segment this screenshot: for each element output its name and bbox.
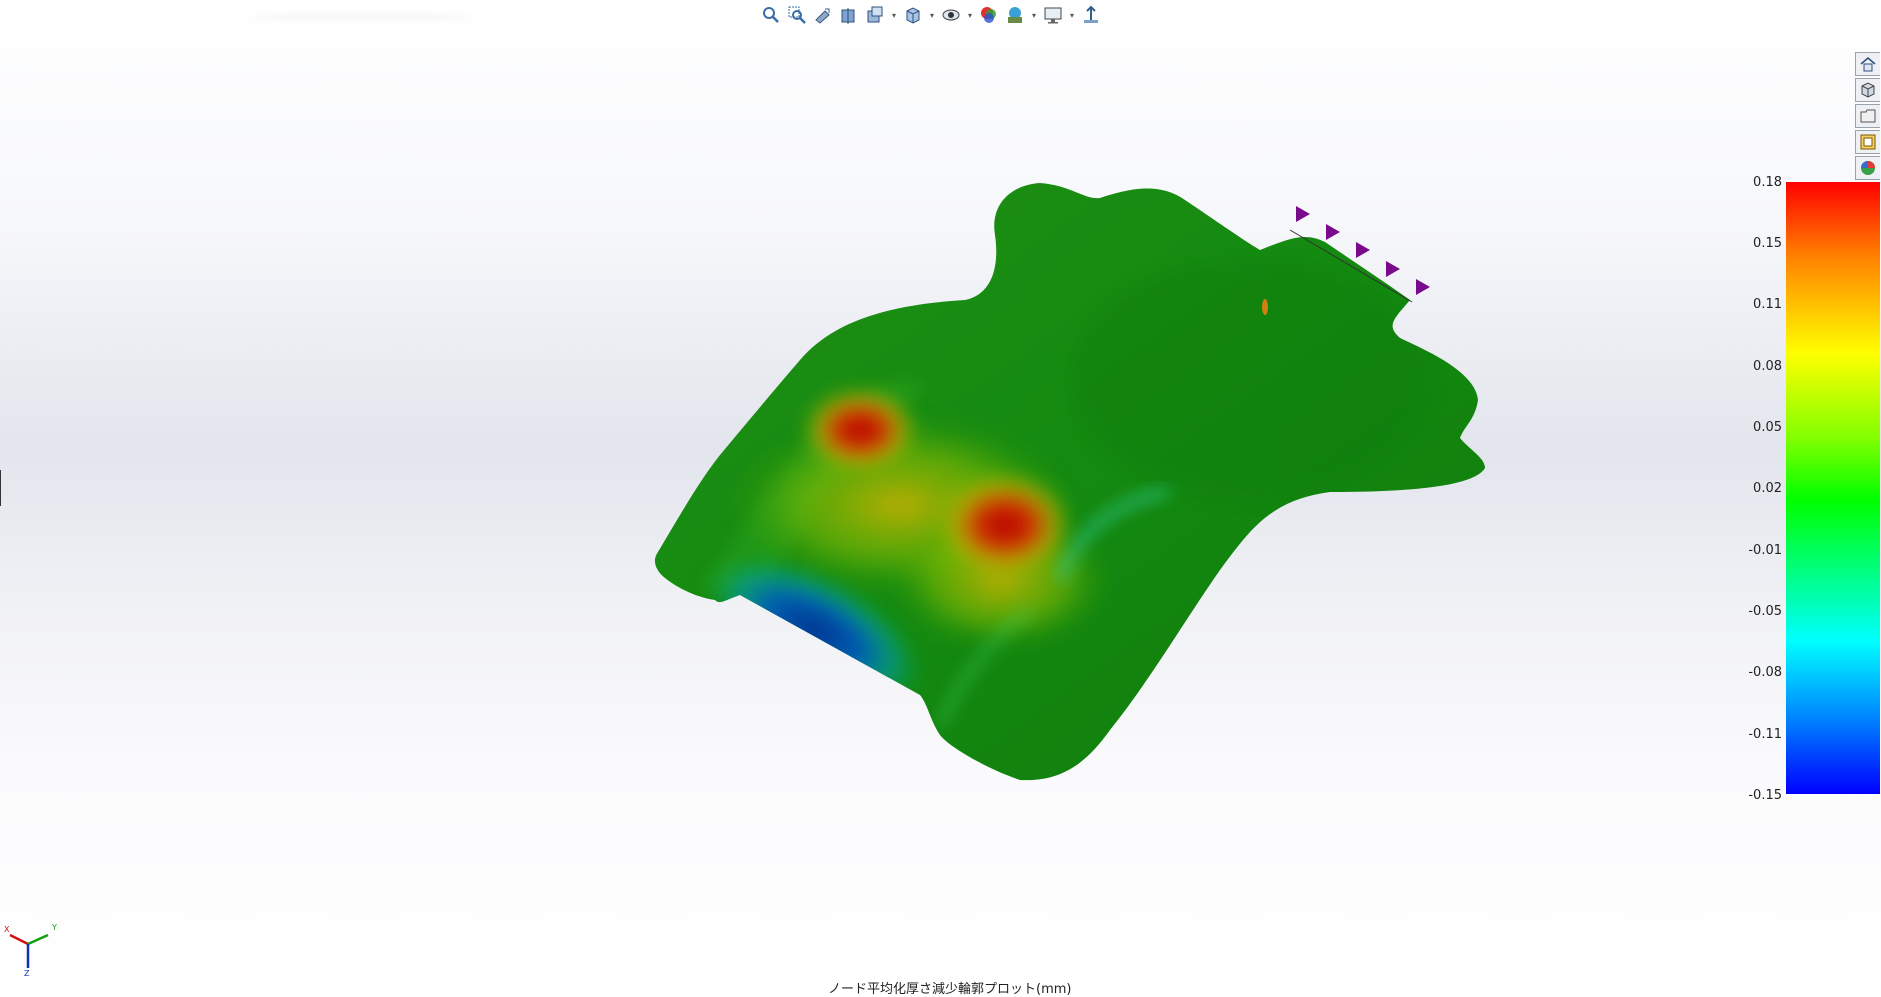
legend-label: 0.02 <box>1753 481 1782 496</box>
contour-plot-model[interactable] <box>0 0 1881 996</box>
triad-x-label: X <box>4 925 10 934</box>
triad-z-label: Z <box>24 969 30 978</box>
legend-label: 0.18 <box>1753 175 1782 190</box>
reference-triad: X Y Z <box>4 923 57 978</box>
legend-label: 0.15 <box>1753 236 1782 251</box>
hotspot-marker <box>1262 299 1268 315</box>
legend-label: -0.11 <box>1748 727 1782 742</box>
legend-label: -0.15 <box>1748 788 1782 803</box>
legend-label: 0.05 <box>1753 420 1782 435</box>
contour-legend[interactable]: 0.18 0.15 0.11 0.08 0.05 0.02 -0.01 -0.0… <box>1736 175 1880 806</box>
legend-label: -0.01 <box>1748 543 1782 558</box>
legend-label: -0.08 <box>1748 665 1782 680</box>
legend-label: 0.08 <box>1753 359 1782 374</box>
part-surface <box>654 183 1485 781</box>
legend-label: -0.05 <box>1748 604 1782 619</box>
legend-label: 0.11 <box>1753 297 1782 312</box>
plot-caption: ノード平均化厚さ減少輪郭プロット(mm) <box>828 982 1072 997</box>
legend-color-bar <box>1786 182 1880 794</box>
triad-y-label: Y <box>51 923 57 932</box>
